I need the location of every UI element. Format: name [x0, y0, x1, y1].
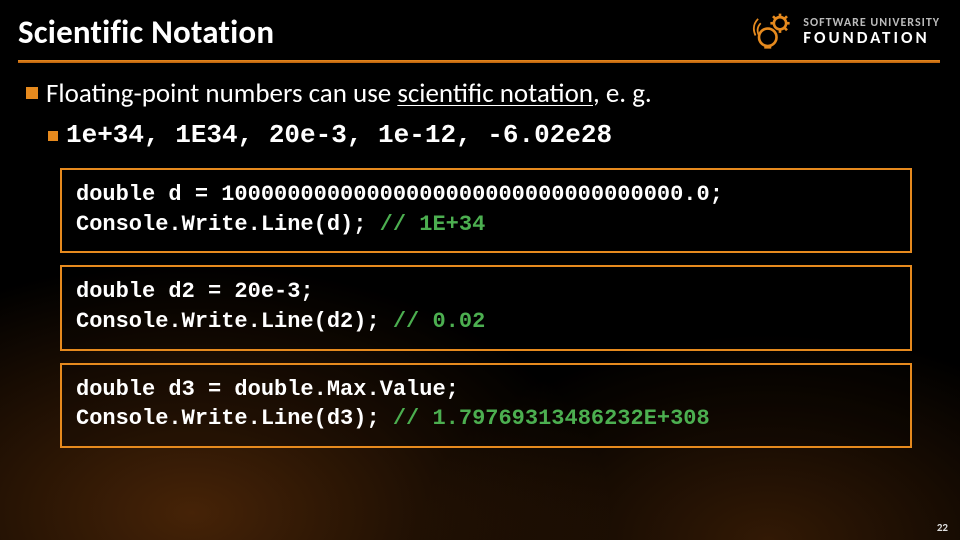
code-comment: // 1.79769313486232E+308: [393, 406, 710, 431]
bullet-sub-text: 1e+34, 1E34, 20e-3, 1e-12, -6.02e28: [66, 120, 612, 150]
code-comment: // 1E+34: [380, 212, 486, 237]
bullet-main-underlined: scientific notation: [397, 77, 593, 110]
code-text: double d2 = 20e-3;: [76, 279, 314, 304]
title-bar: Scientific Notation SO: [0, 0, 960, 54]
slide-title: Scientific Notation: [18, 12, 751, 52]
logo: SOFTWARE UNIVERSITY FOUNDATION: [751, 10, 940, 54]
square-bullet-icon: [48, 131, 58, 141]
code-text: Console.Write.Line(d3);: [76, 406, 393, 431]
code-text: Console.Write.Line(d2);: [76, 309, 393, 334]
page-number: 22: [937, 521, 948, 534]
logo-text: SOFTWARE UNIVERSITY FOUNDATION: [803, 17, 940, 47]
title-underline: [18, 60, 940, 63]
code-block-3: double d3 = double.Max.Value; Console.Wr…: [60, 363, 912, 448]
code-line: double d3 = double.Max.Value; Console.Wr…: [76, 375, 896, 434]
square-bullet-icon: [26, 87, 38, 99]
slide-body: Floating-point numbers can use scientifi…: [0, 77, 960, 448]
code-line: double d2 = 20e-3; Console.Write.Line(d2…: [76, 277, 896, 336]
bullet-main: Floating-point numbers can use scientifi…: [26, 77, 934, 110]
code-text: double d3 = double.Max.Value;: [76, 377, 459, 402]
lightbulb-gear-icon: [751, 10, 795, 54]
bullet-main-pre: Floating-point numbers can use: [46, 77, 397, 110]
logo-text-bottom: FOUNDATION: [803, 29, 940, 47]
code-block-2: double d2 = 20e-3; Console.Write.Line(d2…: [60, 265, 912, 350]
bullet-main-text: Floating-point numbers can use scientifi…: [46, 77, 652, 110]
code-block-1: double d = 10000000000000000000000000000…: [60, 168, 912, 253]
code-comment: // 0.02: [393, 309, 485, 334]
bullet-main-post: , e. g.: [593, 77, 652, 110]
bullet-sub: 1e+34, 1E34, 20e-3, 1e-12, -6.02e28: [48, 120, 934, 150]
code-text: double d = 10000000000000000000000000000…: [76, 182, 723, 207]
code-line: double d = 10000000000000000000000000000…: [76, 180, 896, 239]
code-text: Console.Write.Line(d);: [76, 212, 380, 237]
